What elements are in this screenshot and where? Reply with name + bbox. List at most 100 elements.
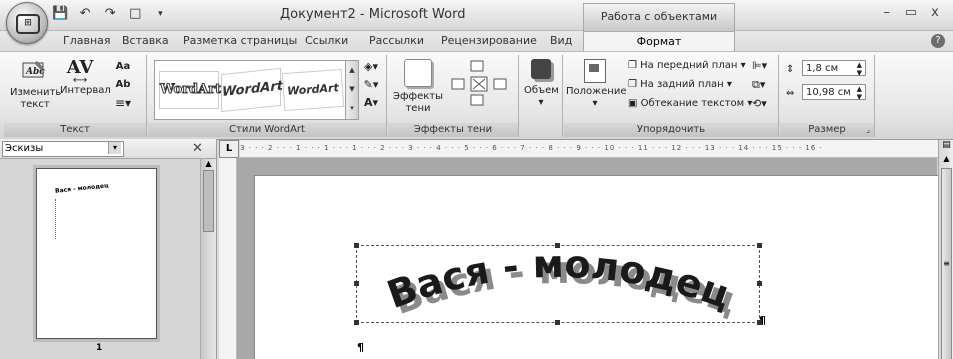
resize-handle-n[interactable] xyxy=(555,243,560,248)
office-button[interactable]: ⊞ xyxy=(6,2,48,44)
help-icon[interactable]: ? xyxy=(931,34,945,48)
close-button[interactable]: x xyxy=(925,5,945,20)
maximize-button[interactable]: ▭ xyxy=(901,5,921,20)
qat-customize-icon[interactable]: ▾ xyxy=(152,6,168,22)
tab-review[interactable]: Рецензирование xyxy=(441,34,537,47)
thumbnail-wordart: Вася - молодец xyxy=(54,182,109,195)
minimize-button[interactable]: – xyxy=(877,5,897,20)
text-group-label: Текст xyxy=(4,123,146,137)
chevron-down-icon[interactable]: ▾ xyxy=(108,142,121,154)
document-scroll-thumb[interactable]: ≡ xyxy=(941,168,952,359)
horizontal-ruler[interactable]: 3 · · · 2 · · · 1 · · · 1 · · · 1 · · · … xyxy=(240,140,940,158)
text-group: Abc Изменить текст AV ⟷ Интервал Aa Ab ≡… xyxy=(4,55,147,137)
shadow-effects-button[interactable]: Эффекты тени xyxy=(392,59,444,115)
scroll-up-icon[interactable]: ▲ xyxy=(939,154,953,166)
ruler-ticks: 3 · · · 2 · · · 1 · · · 1 · · · 1 · · · … xyxy=(240,144,823,152)
edit-text-icon: Abc xyxy=(22,61,45,78)
scroll-down-icon[interactable]: ▼ xyxy=(346,80,358,99)
ribbon: Abc Изменить текст AV ⟷ Интервал Aa Ab ≡… xyxy=(0,51,953,140)
ruler-toggle-icon[interactable]: ▤ xyxy=(939,140,953,154)
tab-mailings[interactable]: Рассылки xyxy=(369,34,424,47)
text-wrap-button[interactable]: ▣ Обтекание текстом ▾ xyxy=(628,98,752,110)
position-label: Положение xyxy=(566,86,627,97)
shadow-effects-label: Эффекты тени xyxy=(393,91,443,114)
height-field[interactable]: 1,8 см ▲ ▼ xyxy=(802,60,866,77)
group-icon[interactable]: ⧉▾ xyxy=(752,79,765,91)
gallery-scroll[interactable]: ▲ ▼ ▾ xyxy=(345,60,359,120)
text-wrap-label: Обтекание текстом xyxy=(640,98,745,109)
wordart-gallery: WordArt WordArt WordArt xyxy=(154,60,346,120)
spacing-button[interactable]: AV ⟷ Интервал xyxy=(60,59,111,97)
context-tab-header: Работа с объектами WordArt xyxy=(583,3,735,49)
bring-front-label: На передний план xyxy=(640,60,738,71)
scroll-up-icon[interactable]: ▲ xyxy=(346,61,358,80)
width-field[interactable]: 10,98 см ▲ ▼ xyxy=(802,84,866,101)
tab-references[interactable]: Ссылки xyxy=(305,34,348,47)
edit-text-button[interactable]: Abc Изменить текст xyxy=(10,59,61,111)
send-back-icon: ❐ xyxy=(628,79,641,90)
tab-format[interactable]: Формат xyxy=(583,31,735,52)
page-thumbnail[interactable]: Вася - молодец xyxy=(33,165,160,342)
dialog-launcher-icon[interactable]: ⌟ xyxy=(866,123,870,137)
tab-insert[interactable]: Вставка xyxy=(122,34,169,47)
shadow-nudge-icon[interactable] xyxy=(448,59,514,109)
save-icon[interactable]: 💾 xyxy=(52,6,68,22)
position-button[interactable]: Положение ▾ xyxy=(566,59,627,110)
shape-outline-icon[interactable]: ✎▾ xyxy=(360,79,382,91)
scroll-up-icon[interactable]: ▲ xyxy=(201,159,216,168)
shadow-group: Эффекты тени Эффекты тени xyxy=(388,55,519,137)
change-shape-icon[interactable]: A▾ xyxy=(360,97,382,109)
pane-view-select[interactable]: Эскизы xyxy=(2,141,124,157)
height-spinner-icon[interactable]: ▲ ▼ xyxy=(857,61,862,77)
align-icon[interactable]: ⊫▾ xyxy=(752,60,767,72)
paragraph-mark: ¶ xyxy=(357,341,364,354)
send-back-label: На задний план xyxy=(640,79,724,90)
even-height-button[interactable]: Aa xyxy=(108,61,138,73)
wordart-style-3[interactable]: WordArt xyxy=(281,68,345,112)
align-text-icon[interactable]: ≡▾ xyxy=(108,97,138,109)
resize-handle-nw[interactable] xyxy=(354,243,359,248)
tab-selector[interactable]: L xyxy=(219,140,239,158)
ribbon-tabs: Главная Вставка Разметка страницы Ссылки… xyxy=(0,31,953,52)
close-icon[interactable]: ✕ xyxy=(192,141,203,156)
vertical-ruler[interactable] xyxy=(219,158,237,359)
wordart-style-2[interactable]: WordArt xyxy=(221,67,283,113)
vertical-text-button[interactable]: Ab xyxy=(108,79,138,91)
spacing-label: Интервал xyxy=(60,85,111,96)
tab-page-layout[interactable]: Разметка страницы xyxy=(183,34,297,47)
size-group-label: Размер ⌟ xyxy=(780,123,874,137)
thumbnails-pane: Эскизы ▾ ✕ Вася - молодец 1 ▲ xyxy=(0,139,217,359)
resize-handle-s[interactable] xyxy=(555,320,560,325)
volume-button[interactable]: Объем ▾ xyxy=(524,59,559,109)
gallery-more-icon[interactable]: ▾ xyxy=(346,99,358,117)
height-value: 1,8 см xyxy=(806,63,839,74)
size-label-text: Размер xyxy=(808,124,846,135)
height-icon: ⇕ xyxy=(786,64,795,75)
width-icon: ⇔ xyxy=(786,88,795,99)
arrange-group-label: Упорядочить xyxy=(564,123,778,137)
window-controls: – ▭ x xyxy=(877,5,945,20)
pane-scroll-thumb[interactable] xyxy=(203,170,214,232)
wordart-style-1[interactable]: WordArt xyxy=(159,71,222,109)
page-number: 1 xyxy=(96,343,103,353)
resize-handle-sw[interactable] xyxy=(354,320,359,325)
redo-icon[interactable]: ↷ xyxy=(102,6,118,22)
undo-icon[interactable]: ↶ xyxy=(77,6,93,22)
wordart-text-art: Вася - молодец Вася - молодец xyxy=(381,242,742,323)
shape-fill-icon[interactable]: ◈▾ xyxy=(360,61,382,73)
document-scrollbar[interactable]: ▤ ▲ ≡ xyxy=(938,140,953,359)
quick-access-toolbar: 💾 ↶ ↷ □ ▾ xyxy=(52,6,172,24)
wordart-object[interactable]: Вася - молодец Вася - молодец xyxy=(354,242,762,325)
new-document-icon[interactable]: □ xyxy=(127,6,143,22)
pane-scrollbar[interactable]: ▲ xyxy=(200,159,216,359)
resize-handle-e[interactable] xyxy=(757,281,762,286)
send-back-button[interactable]: ❐ На задний план ▾ xyxy=(628,79,732,91)
resize-handle-ne[interactable] xyxy=(757,243,762,248)
tab-home[interactable]: Главная xyxy=(63,34,111,47)
tab-view[interactable]: Вид xyxy=(550,34,572,47)
width-spinner-icon[interactable]: ▲ ▼ xyxy=(857,85,862,101)
thumbnail-list: Вася - молодец 1 xyxy=(0,159,200,359)
resize-handle-w[interactable] xyxy=(354,281,359,286)
rotate-icon[interactable]: ⟲▾ xyxy=(752,98,767,110)
bring-front-button[interactable]: ❐ На передний план ▾ xyxy=(628,60,746,72)
